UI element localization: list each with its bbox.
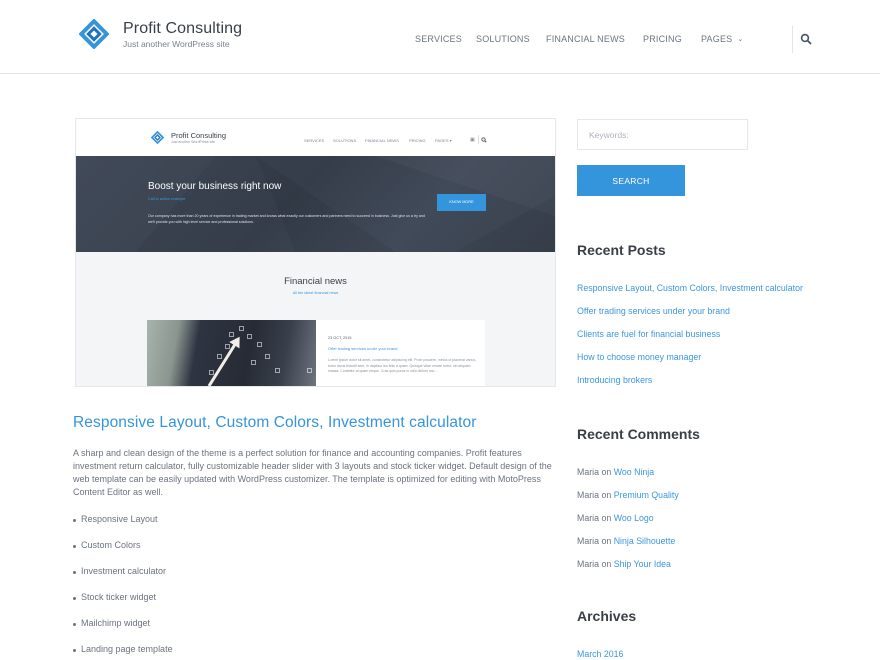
nav-item-pages-label: PAGES (701, 34, 733, 44)
recent-comments-list: Maria on Woo Ninja Maria on Premium Qual… (577, 467, 679, 582)
mock-nav-financial-news: FINANCIAL NEWS (365, 138, 399, 143)
site-title[interactable]: Profit Consulting (123, 20, 242, 38)
mock-news-text: Lorem ipsum dolor sit amet, consectetur … (328, 358, 477, 374)
nav-item-services[interactable]: SERVICES (415, 34, 462, 44)
archives-list: March 2016 (577, 649, 623, 660)
mock-site-description: Just another WordPress site (171, 140, 215, 144)
comment-post-link[interactable]: Ship Your Idea (614, 559, 671, 569)
comment-on: on (601, 490, 612, 500)
comment-on: on (601, 559, 612, 569)
recent-posts-title: Recent Posts (577, 242, 666, 258)
list-item: Introducing brokers (577, 375, 803, 398)
mock-news-title: Financial news (284, 276, 347, 287)
mock-nav-pages: PAGES ▾ (435, 138, 452, 143)
site-header: Profit Consulting Just another WordPress… (0, 0, 880, 74)
nav-item-pages[interactable]: PAGES ⌄ (701, 34, 743, 44)
archive-link[interactable]: March 2016 (577, 649, 623, 659)
feature-item: Mailchimp widget (73, 618, 173, 644)
search-icon[interactable] (800, 33, 812, 45)
feature-item: Stock ticker widget (73, 592, 173, 618)
comment-post-link[interactable]: Premium Quality (614, 490, 679, 500)
comment-on: on (601, 536, 612, 546)
site-description: Just another WordPress site (123, 39, 230, 49)
feature-item: Custom Colors (73, 540, 173, 566)
mock-header: Profit Consulting Just another WordPress… (76, 119, 555, 156)
mock-search-icon (481, 137, 487, 143)
post-excerpt: A sharp and clean design of the theme is… (73, 448, 552, 498)
list-item: March 2016 (577, 649, 623, 660)
list-item: Maria on Woo Ninja (577, 467, 679, 490)
mock-hero-subtitle: Call to action example (148, 197, 186, 201)
feature-item: Landing page template (73, 644, 173, 660)
mock-nav-solutions: SOLUTIONS (333, 138, 357, 143)
comment-author: Maria (577, 559, 599, 569)
mock-nav-services: SERVICES (304, 138, 325, 143)
nav-divider (792, 26, 793, 53)
chevron-down-icon: ⌄ (737, 36, 744, 43)
comment-author: Maria (577, 490, 599, 500)
mock-hero-title: Boost your business right now (148, 181, 282, 192)
featured-image[interactable]: Profit Consulting Just another WordPress… (75, 118, 556, 387)
mock-news-card: 23 OCT, 2015 Offer trading services unde… (147, 320, 485, 386)
list-item: Maria on Ship Your Idea (577, 559, 679, 582)
recent-post-link[interactable]: Offer trading services under your brand (577, 306, 730, 316)
mock-news-card-image (147, 320, 316, 386)
nav-item-financial-news[interactable]: FINANCIAL NEWS (546, 34, 625, 44)
recent-posts-list: Responsive Layout, Custom Colors, Invest… (577, 283, 803, 398)
recent-post-link[interactable]: How to choose money manager (577, 352, 701, 362)
archives-title: Archives (577, 608, 637, 624)
mock-hero-text: Our company has more than 20 years of ex… (148, 214, 425, 224)
comment-author: Maria (577, 513, 599, 523)
comment-post-link[interactable]: Ninja Silhouette (614, 536, 676, 546)
comment-author: Maria (577, 536, 599, 546)
cart-icon: ▣ (470, 137, 475, 143)
recent-post-link[interactable]: Responsive Layout, Custom Colors, Invest… (577, 283, 803, 293)
mock-news-date: 23 OCT, 2015 (328, 336, 352, 340)
feature-item: Responsive Layout (73, 514, 173, 540)
list-item: Maria on Ninja Silhouette (577, 536, 679, 559)
logo-icon[interactable] (79, 19, 109, 49)
mock-nav-divider (478, 135, 479, 144)
nav-item-pricing[interactable]: PRICING (643, 34, 682, 44)
list-item: Responsive Layout, Custom Colors, Invest… (577, 283, 803, 306)
comment-post-link[interactable]: Woo Logo (614, 513, 654, 523)
list-item: Offer trading services under your brand (577, 306, 803, 329)
recent-post-link[interactable]: Introducing brokers (577, 375, 652, 385)
post-title[interactable]: Responsive Layout, Custom Colors, Invest… (73, 414, 477, 432)
recent-post-link[interactable]: Clients are fuel for financial business (577, 329, 720, 339)
mock-news-subtitle: All the latest financial news (292, 291, 339, 295)
list-item: Maria on Premium Quality (577, 490, 679, 513)
mock-news-link: Offer trading services under your brand (328, 346, 398, 351)
list-item: How to choose money manager (577, 352, 803, 375)
list-item: Clients are fuel for financial business (577, 329, 803, 352)
mock-site-title: Profit Consulting (171, 131, 227, 140)
nav-item-solutions[interactable]: SOLUTIONS (476, 34, 530, 44)
feature-list: Responsive Layout Custom Colors Investme… (73, 514, 173, 660)
comment-on: on (601, 467, 612, 477)
mock-hero: Boost your business right now Call to ac… (76, 156, 555, 252)
mock-know-more-button: KNOW MORE (437, 194, 486, 211)
feature-item: Investment calculator (73, 566, 173, 592)
keywords-search-input[interactable] (577, 119, 748, 150)
recent-comments-title: Recent Comments (577, 426, 700, 442)
comment-author: Maria (577, 467, 599, 477)
list-item: Maria on Woo Logo (577, 513, 679, 536)
mock-logo-icon (151, 131, 164, 144)
search-button[interactable]: SEARCH (577, 165, 685, 196)
comment-on: on (601, 513, 612, 523)
comment-post-link[interactable]: Woo Ninja (614, 467, 654, 477)
mock-nav-pricing: PRICING (409, 138, 426, 143)
